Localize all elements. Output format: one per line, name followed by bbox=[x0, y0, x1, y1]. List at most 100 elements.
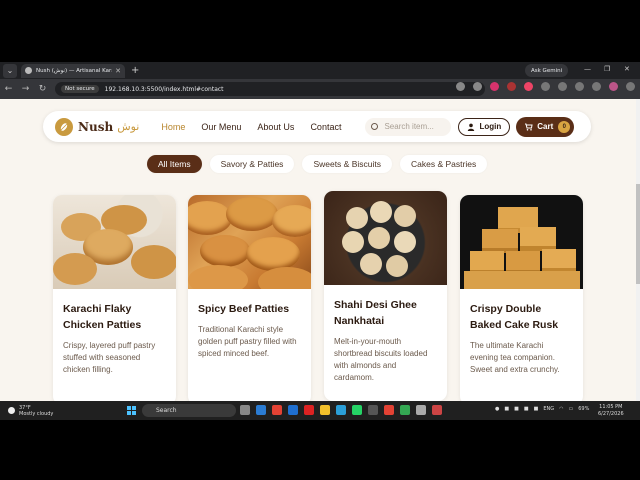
app-icon[interactable] bbox=[416, 405, 426, 415]
taskbar-apps bbox=[240, 405, 442, 415]
product-card[interactable]: Karachi Flaky Chicken Patties Crispy, la… bbox=[53, 195, 176, 401]
battery-percent: 69% bbox=[578, 406, 590, 412]
edge-icon[interactable] bbox=[256, 405, 266, 415]
extension-icon[interactable] bbox=[507, 82, 516, 91]
product-title: Crispy Double Baked Cake Rusk bbox=[470, 303, 559, 331]
tray-app-icon[interactable]: ■ bbox=[504, 406, 509, 412]
user-icon bbox=[468, 123, 475, 131]
windows-taskbar: 37°F Mostly cloudy Search ● ■ ■ ■ ■ ENG … bbox=[0, 401, 640, 420]
toolbar-icons bbox=[456, 82, 635, 91]
taskbar-clock[interactable]: 11:05 PM 6/27/2026 bbox=[598, 404, 624, 417]
wifi-icon[interactable]: ◠ bbox=[559, 406, 563, 412]
product-card[interactable]: Shahi Desi Ghee Nankhatai Melt-in-your-m… bbox=[324, 191, 447, 401]
cart-icon bbox=[525, 123, 533, 131]
chrome-icon[interactable] bbox=[384, 405, 394, 415]
search-icon bbox=[371, 123, 379, 130]
extension-icon[interactable] bbox=[524, 82, 533, 91]
bookmark-star-icon[interactable] bbox=[473, 82, 482, 91]
logo-urdu: نوش bbox=[117, 120, 140, 133]
app-icon[interactable] bbox=[432, 405, 442, 415]
tab-search-icon[interactable]: ⌄ bbox=[3, 63, 17, 78]
extension-icon[interactable] bbox=[490, 82, 499, 91]
page-scrollbar[interactable] bbox=[636, 99, 640, 401]
nav-about[interactable]: About Us bbox=[257, 122, 294, 132]
whatsapp-icon[interactable] bbox=[352, 405, 362, 415]
product-image-cake-rusk bbox=[460, 195, 583, 289]
product-card[interactable]: Spicy Beef Patties Traditional Karachi s… bbox=[188, 195, 311, 401]
product-title: Spicy Beef Patties bbox=[198, 303, 290, 315]
search-placeholder: Search item... bbox=[384, 122, 434, 131]
window-close-icon[interactable]: ✕ bbox=[624, 65, 630, 73]
taskbar-search-input[interactable]: Search bbox=[142, 404, 236, 417]
address-bar-row: ← → ↻ Not secure 192.168.10.3:5500/index… bbox=[0, 79, 640, 99]
favicon-icon bbox=[25, 67, 32, 74]
forward-icon[interactable]: → bbox=[17, 84, 34, 94]
back-icon[interactable]: ← bbox=[0, 84, 17, 94]
search-input[interactable]: Search item... bbox=[365, 117, 452, 136]
product-title: Shahi Desi Ghee Nankhatai bbox=[334, 299, 417, 327]
sidebar-icon[interactable] bbox=[558, 82, 567, 91]
filter-savory-patties[interactable]: Savory & Patties bbox=[209, 155, 295, 173]
language-indicator[interactable]: ENG bbox=[543, 406, 554, 412]
store-icon[interactable] bbox=[336, 405, 346, 415]
browser-tab[interactable]: Nush (نوش) — Artisanal Karachi B ✕ bbox=[21, 63, 125, 78]
product-card[interactable]: Crispy Double Baked Cake Rusk The ultima… bbox=[460, 195, 583, 401]
nav-home[interactable]: Home bbox=[161, 122, 185, 132]
zoom-icon[interactable] bbox=[456, 82, 465, 91]
weather-icon bbox=[8, 407, 15, 414]
product-description: Crispy, layered puff pastry stuffed with… bbox=[63, 341, 156, 374]
chrome-icon[interactable] bbox=[272, 405, 282, 415]
not-secure-badge[interactable]: Not secure bbox=[61, 85, 99, 93]
scrollbar-thumb[interactable] bbox=[636, 184, 640, 284]
close-icon[interactable]: ✕ bbox=[115, 67, 121, 75]
tray-app-icon[interactable]: ■ bbox=[524, 406, 529, 412]
task-view-icon[interactable] bbox=[240, 405, 250, 415]
ask-gemini-button[interactable]: Ask Gemini bbox=[525, 64, 569, 77]
logo-text[interactable]: Nush bbox=[78, 120, 113, 134]
tray-app-icon[interactable]: ■ bbox=[514, 406, 519, 412]
site-navbar: Nush نوش Home Our Menu About Us Contact … bbox=[43, 111, 591, 142]
windows-start-icon[interactable] bbox=[127, 406, 136, 415]
web-page: Nush نوش Home Our Menu About Us Contact … bbox=[0, 99, 636, 401]
menu-icon[interactable] bbox=[626, 82, 635, 91]
category-filters: All Items Savory & Patties Sweets & Bisc… bbox=[147, 155, 488, 173]
cart-button[interactable]: Cart 0 bbox=[516, 116, 575, 137]
app-icon[interactable] bbox=[368, 405, 378, 415]
minimize-icon[interactable]: — bbox=[584, 65, 591, 73]
profile-avatar[interactable] bbox=[609, 82, 618, 91]
extensions-puzzle-icon[interactable] bbox=[541, 82, 550, 91]
filter-cakes-pastries[interactable]: Cakes & Pastries bbox=[400, 155, 488, 173]
url-input[interactable]: Not secure 192.168.10.3:5500/index.html#… bbox=[55, 82, 485, 96]
product-description: Traditional Karachi style golden puff pa… bbox=[198, 325, 297, 358]
reload-icon[interactable]: ↻ bbox=[34, 84, 51, 94]
filter-all-items[interactable]: All Items bbox=[147, 155, 202, 173]
tab-title: Nush (نوش) — Artisanal Karachi B bbox=[36, 67, 112, 74]
nav-menu[interactable]: Our Menu bbox=[201, 122, 241, 132]
login-button[interactable]: Login bbox=[458, 117, 511, 136]
youtube-icon[interactable] bbox=[304, 405, 314, 415]
clock-date: 6/27/2026 bbox=[598, 410, 624, 417]
weather-widget[interactable]: 37°F Mostly cloudy bbox=[8, 405, 53, 417]
chrome-icon[interactable] bbox=[400, 405, 410, 415]
history-icon[interactable] bbox=[592, 82, 601, 91]
download-icon[interactable] bbox=[575, 82, 584, 91]
tray-app-icon[interactable]: ■ bbox=[534, 406, 539, 412]
product-image-nankhatai bbox=[324, 191, 447, 285]
nav-contact[interactable]: Contact bbox=[310, 122, 341, 132]
url-text: 192.168.10.3:5500/index.html#contact bbox=[104, 85, 224, 93]
product-image-beef-patties bbox=[188, 195, 311, 289]
logo-icon[interactable] bbox=[55, 117, 73, 136]
filter-sweets-biscuits[interactable]: Sweets & Biscuits bbox=[302, 155, 392, 173]
new-tab-icon[interactable]: + bbox=[131, 65, 139, 76]
system-tray: ● ■ ■ ■ ■ ENG ◠ ▭ 69% bbox=[495, 406, 589, 412]
login-label: Login bbox=[479, 122, 502, 131]
screen: ⌄ Nush (نوش) — Artisanal Karachi B ✕ + A… bbox=[0, 0, 640, 480]
maximize-icon[interactable]: ❐ bbox=[604, 65, 610, 73]
cart-label: Cart bbox=[537, 122, 554, 131]
file-explorer-icon[interactable] bbox=[320, 405, 330, 415]
battery-icon[interactable]: ▭ bbox=[568, 406, 573, 412]
vscode-icon[interactable] bbox=[288, 405, 298, 415]
mic-icon[interactable]: ● bbox=[495, 406, 499, 412]
taskbar-search-label: Search bbox=[156, 407, 177, 414]
cart-count-badge: 0 bbox=[558, 120, 571, 133]
